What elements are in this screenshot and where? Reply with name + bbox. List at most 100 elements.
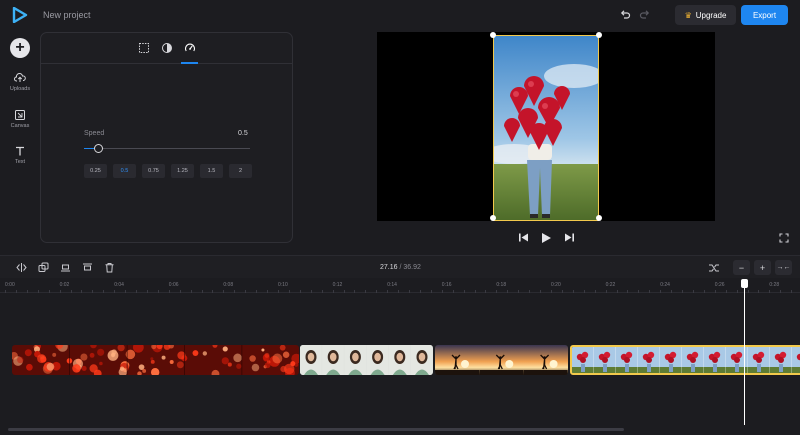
balloons-thumbnails — [572, 347, 800, 373]
skip-forward-icon[interactable] — [564, 232, 575, 243]
fullscreen-icon[interactable] — [779, 233, 789, 243]
sunset-silhouette-clip[interactable] — [435, 345, 568, 375]
ruler-tick — [92, 290, 94, 293]
crown-icon: ♛ — [684, 10, 692, 20]
ruler-label: 0:12 — [332, 282, 343, 288]
logo-icon[interactable] — [12, 7, 28, 23]
speed-preset-2[interactable]: 2 — [229, 164, 252, 178]
fit-timeline-button[interactable]: →← — [775, 260, 792, 275]
ruler-label: 0:04 — [114, 282, 124, 288]
ruler-tick — [321, 290, 323, 293]
redo-button[interactable] — [639, 9, 651, 21]
bokeh-lights-clip[interactable] — [12, 345, 299, 375]
add-media-button[interactable]: + — [10, 38, 30, 58]
export-button[interactable]: Export — [741, 5, 788, 25]
ruler-tick — [463, 290, 465, 293]
ruler-tick — [234, 290, 236, 293]
ruler-tick — [267, 290, 268, 293]
ruler-tick — [485, 290, 487, 293]
balloons-field-clip[interactable] — [570, 345, 800, 375]
speed-presets: 0.25 0.5 0.75 1.25 1.5 2 — [84, 164, 252, 178]
upload-icon — [14, 72, 26, 82]
ruler-tick — [5, 290, 6, 293]
ruler-tick — [627, 290, 629, 293]
ruler-label: 0:08 — [223, 282, 234, 288]
filter-icon[interactable] — [161, 42, 173, 54]
ruler-tick — [157, 290, 159, 293]
ruler-tick — [518, 290, 520, 293]
ruler-tick — [343, 290, 345, 293]
speed-preset-1-5[interactable]: 1.5 — [200, 164, 223, 178]
rail-label-uploads: Uploads — [9, 86, 31, 92]
woman-portrait-clip[interactable] — [300, 345, 433, 375]
snap-icon[interactable] — [708, 262, 720, 274]
resize-handle-top-right[interactable] — [596, 32, 602, 38]
speed-preset-0-25[interactable]: 0.25 — [84, 164, 107, 178]
playhead[interactable] — [744, 283, 745, 425]
resize-handle-bottom-right[interactable] — [596, 215, 602, 221]
preview-frame[interactable] — [493, 35, 599, 221]
align-bottom-icon[interactable] — [60, 262, 71, 273]
crop-icon[interactable] — [138, 42, 150, 54]
sunset-thumbnails — [435, 345, 568, 375]
ruler-tick — [278, 290, 279, 293]
ruler-tick — [146, 290, 148, 293]
split-icon[interactable] — [16, 262, 27, 273]
resize-handle-top-left[interactable] — [490, 32, 496, 38]
ruler-tick — [594, 290, 596, 293]
speed-preset-0-75[interactable]: 0.75 — [142, 164, 165, 178]
speed-preset-1-25[interactable]: 1.25 — [171, 164, 194, 178]
bokeh-thumbnails — [12, 345, 299, 375]
align-top-icon[interactable] — [82, 262, 93, 273]
timeline-scrollbar[interactable] — [8, 428, 624, 431]
ruler-tick — [332, 290, 334, 293]
ruler-tick — [703, 290, 705, 293]
ruler-tick — [70, 290, 72, 293]
ruler-tick — [561, 290, 563, 293]
ruler-label: 0:16 — [441, 282, 452, 288]
rail-item-uploads[interactable]: Uploads — [0, 72, 40, 92]
video-editor: New project ♛ Upgrade Export + Uploads C… — [0, 0, 800, 435]
ruler-tick — [288, 290, 290, 293]
zoom-out-button[interactable]: − — [733, 260, 750, 275]
ruler-tick — [441, 290, 443, 293]
ruler-tick — [15, 290, 17, 293]
ruler-tick — [26, 290, 28, 293]
ruler-label: 0:10 — [278, 282, 288, 288]
ruler-tick — [409, 290, 410, 293]
ruler-tick — [103, 290, 105, 293]
preview-image — [494, 36, 598, 220]
ruler-tick — [736, 290, 738, 293]
timeline-ruler[interactable]: 0:00 0:02 0:04 0:06 0:08 0:10 0:12 0:14 0:16 0:18… — [0, 279, 800, 293]
speed-value: 0.5 — [238, 130, 248, 137]
text-icon — [16, 146, 24, 156]
speed-icon[interactable] — [184, 42, 196, 54]
ruler-tick — [256, 290, 258, 293]
speed-slider[interactable] — [84, 144, 250, 153]
ruler-tick — [125, 290, 127, 293]
resize-handle-bottom-left[interactable] — [490, 215, 496, 221]
ruler-tick — [190, 290, 192, 293]
ruler-tick — [365, 290, 367, 293]
ruler-tick — [540, 290, 541, 293]
rail-item-canvas[interactable]: Canvas — [0, 109, 40, 129]
duplicate-icon[interactable] — [38, 262, 49, 273]
rail-label-canvas: Canvas — [10, 123, 30, 129]
ruler-label: 0:26 — [714, 282, 725, 288]
video-preview[interactable] — [377, 32, 715, 221]
timeline-toolbar: 27.16 / 36.92 − + →← — [0, 255, 800, 278]
ruler-tick — [474, 290, 476, 293]
ruler-tick — [692, 290, 694, 293]
upgrade-label: Upgrade — [695, 10, 727, 20]
zoom-in-button[interactable]: + — [754, 260, 771, 275]
play-icon[interactable] — [540, 232, 552, 244]
undo-button[interactable] — [619, 9, 631, 21]
speed-preset-0-5[interactable]: 0.5 — [113, 164, 136, 178]
project-title[interactable]: New project — [43, 10, 91, 20]
rail-item-text[interactable]: Text — [0, 145, 40, 165]
speed-slider-thumb[interactable] — [94, 144, 104, 153]
skip-back-icon[interactable] — [518, 232, 529, 243]
upgrade-button[interactable]: ♛ Upgrade — [675, 5, 736, 25]
ruler-tick — [136, 290, 137, 293]
trash-icon[interactable] — [104, 262, 115, 273]
